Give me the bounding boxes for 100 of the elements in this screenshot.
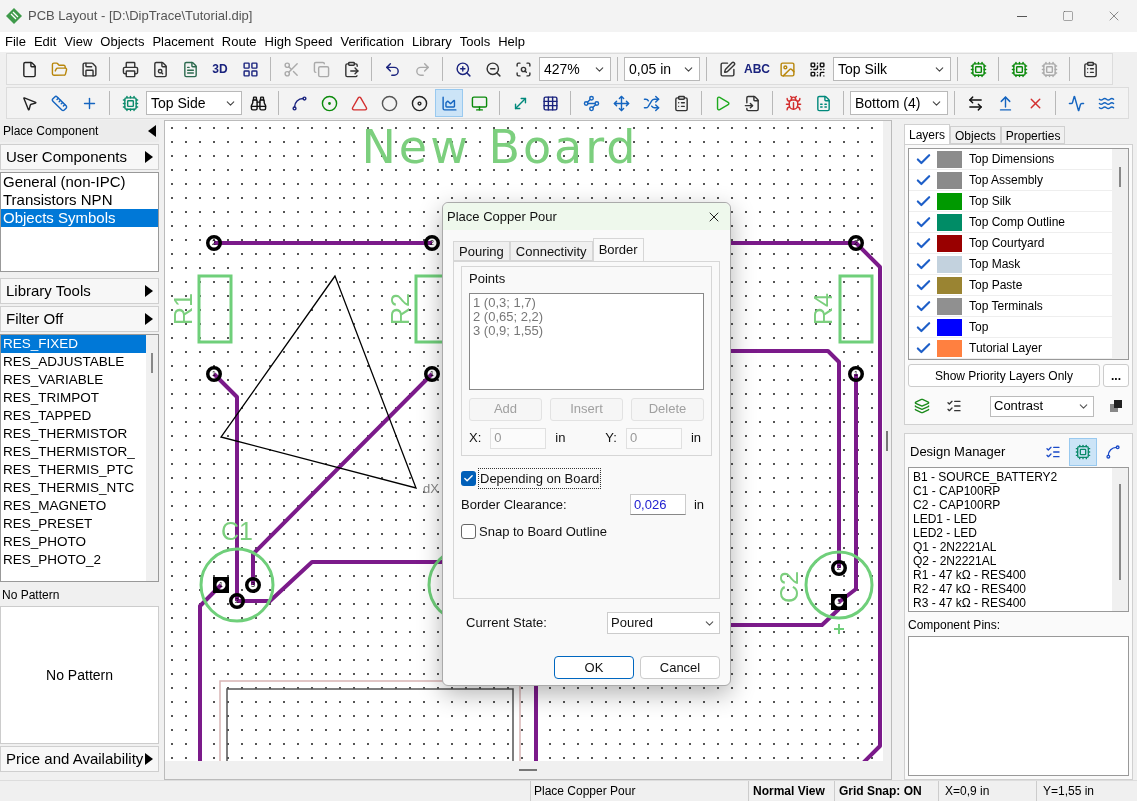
square-pad [213, 577, 230, 593]
list-item[interactable]: LED2 - LED [913, 526, 1108, 540]
dropdown[interactable]: Bottom (4) [850, 91, 948, 115]
list-item[interactable]: RES_PHOTO_2 [1, 551, 147, 569]
save-icon [80, 60, 98, 78]
dropdown[interactable]: 427% [539, 57, 611, 81]
tab[interactable]: Properties [1000, 126, 1066, 144]
chip-button[interactable] [1069, 438, 1097, 466]
list-item[interactable]: B1 - SOURCE_BATTERY2 [913, 470, 1108, 484]
list-item[interactable]: RES_TAPPED [1, 407, 147, 425]
caret-right-icon [145, 285, 154, 297]
layer-name[interactable]: Top Courtyard [969, 234, 1045, 252]
group-label: Points [469, 270, 507, 288]
list-item[interactable]: R2 - 47 kΩ - RES400 [913, 582, 1108, 596]
contrast-dropdown[interactable]: Contrast [990, 395, 1094, 417]
layer-name[interactable]: Top [969, 318, 989, 336]
panel-button[interactable]: Price and Availability [0, 746, 160, 772]
layer-name[interactable]: Top Mask [969, 255, 1021, 273]
layer-name[interactable]: Tutorial Layer [969, 339, 1042, 357]
list-item[interactable]: RES_FIXED [1, 335, 147, 353]
round-pad [229, 593, 246, 609]
list-item[interactable]: Q1 - 2N2221AL [913, 540, 1108, 554]
list-item[interactable]: RES_TRIMPOT [1, 389, 147, 407]
list-item[interactable]: RES_MAGNETO [1, 497, 147, 515]
layer-name[interactable]: Top Terminals [969, 297, 1043, 315]
state-dropdown[interactable]: Poured [607, 612, 720, 634]
menu-item[interactable]: High Speed [260, 32, 337, 52]
component-label: C2 [774, 571, 803, 603]
checkbox-label[interactable]: Snap to Board Outline [479, 522, 607, 542]
dropdown[interactable]: Top Side [146, 91, 242, 115]
caret-left-icon[interactable] [148, 125, 157, 137]
layer-name[interactable]: Top Dimensions [969, 150, 1055, 168]
tab[interactable]: Connectivity [509, 241, 593, 261]
add-layer-icon[interactable] [914, 398, 930, 414]
list-item[interactable]: RES_THERMISTOR [1, 425, 147, 443]
list-item[interactable]: General (non-IPC) [1, 173, 159, 191]
menu-item[interactable]: File [1, 32, 30, 52]
menu-item[interactable]: Objects [96, 32, 149, 52]
list-item[interactable]: RES_THERMIS_PTC [1, 461, 147, 479]
toolbar-button[interactable]: ABC [743, 55, 771, 83]
tab[interactable]: Objects [950, 126, 1001, 144]
checkbox[interactable] [461, 524, 476, 540]
priority-layers-button[interactable]: Show Priority Layers Only [908, 364, 1100, 387]
dialog-button[interactable]: Cancel [640, 656, 720, 679]
list-item[interactable]: C1 - CAP100RP [913, 484, 1108, 498]
list-item[interactable]: RES_THERMISTOR_ [1, 443, 147, 461]
list-item[interactable]: 2 (0,65; 2,2) [473, 309, 700, 324]
scrollbar[interactable] [1112, 149, 1128, 359]
list-item[interactable]: 3 (0,9; 1,55) [473, 323, 700, 338]
menu-item[interactable]: Edit [29, 32, 61, 52]
menu-item[interactable]: Placement [148, 32, 218, 52]
list-item[interactable]: Objects Symbols [1, 209, 159, 227]
tab[interactable]: Border [592, 238, 644, 261]
list-item[interactable]: Transistors NPN [1, 191, 159, 209]
menu-item[interactable]: Route [217, 32, 261, 52]
scrollbar[interactable] [146, 335, 159, 581]
list-item[interactable]: RES_ADJUSTABLE [1, 353, 147, 371]
checkbox-label[interactable]: Depending on Board [478, 467, 602, 489]
panel-button[interactable]: Library Tools [0, 278, 160, 304]
status-x: X=0,9 in [938, 781, 1036, 801]
copper-pour-button[interactable] [435, 89, 463, 117]
list-item[interactable]: 1 (0,3; 1,7) [473, 295, 700, 310]
scrollbar[interactable] [1112, 468, 1128, 611]
layer-name[interactable]: Top Silk [969, 192, 1012, 210]
overlap-squares-icon[interactable] [1110, 399, 1123, 413]
points-list[interactable]: 1 (0,3; 1,7) 2 (0,65; 2,2) 3 (0,9; 1,55) [469, 292, 704, 390]
dropdown[interactable]: 0,05 in [624, 57, 700, 81]
layer-name[interactable]: Top Assembly [969, 171, 1044, 189]
list-item[interactable]: RES_PRESET [1, 515, 147, 533]
waypoints-icon [582, 94, 600, 112]
layer-name[interactable]: Top Comp Outline [969, 213, 1066, 231]
list-item[interactable]: R3 - 47 kΩ - RES400 [913, 596, 1108, 610]
list-item[interactable]: RES_VARIABLE [1, 371, 147, 389]
menu-item[interactable]: Tools [455, 32, 495, 52]
marker-label: dX [423, 481, 439, 496]
panel-button[interactable]: User Components [0, 144, 160, 170]
menu-item[interactable]: Verification [336, 32, 409, 52]
chip-icon [121, 94, 139, 112]
list-item[interactable]: R1 - 47 kΩ - RES400 [913, 568, 1108, 582]
list-item[interactable]: LED1 - LED [913, 512, 1108, 526]
list-item[interactable]: C2 - CAP100RP [913, 498, 1108, 512]
menu-item[interactable]: Library [408, 32, 456, 52]
dropdown[interactable]: Top Silk [833, 57, 951, 81]
list-item[interactable]: RES_THERMIS_NTC [1, 479, 147, 497]
layer-name[interactable]: Top Paste [969, 276, 1023, 294]
more-button[interactable]: ... [1103, 364, 1129, 387]
list-item[interactable]: Q2 - 2N2221AL [913, 554, 1108, 568]
copper-pour-icon [440, 94, 458, 112]
menu-item[interactable]: Help [494, 32, 529, 52]
dialog-button[interactable]: OK [554, 656, 634, 679]
print-preview-icon [151, 60, 169, 78]
menu-item[interactable]: View [60, 32, 97, 52]
checkbox[interactable] [461, 470, 476, 486]
tab[interactable]: Layers [904, 124, 951, 144]
tab[interactable]: Pouring [453, 241, 510, 261]
input-field[interactable]: 0,026 [629, 494, 686, 515]
layer-settings-icon[interactable] [946, 398, 962, 414]
list-item[interactable]: RES_PHOTO [1, 533, 147, 551]
panel-button[interactable]: Filter Off [0, 306, 160, 332]
toolbar-button[interactable]: 3D [206, 55, 234, 83]
